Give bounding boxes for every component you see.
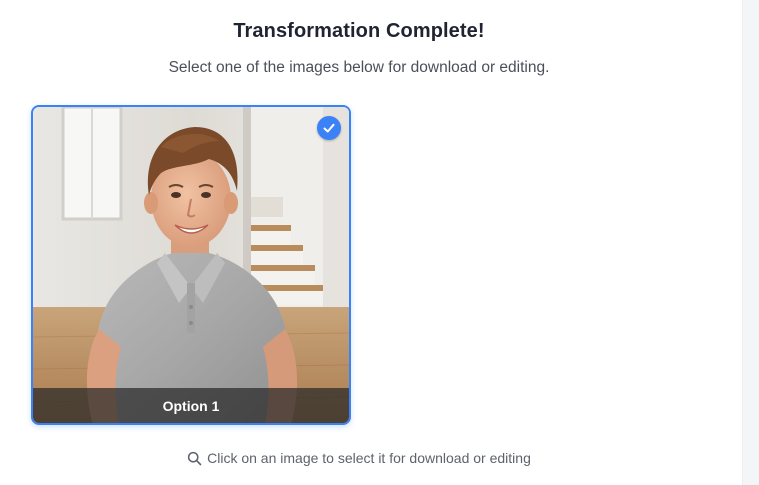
selection-hint-text: Click on an image to select it for downl… — [207, 450, 531, 466]
result-image — [33, 107, 349, 423]
page-title: Transformation Complete! — [233, 20, 485, 42]
selected-check-icon — [317, 116, 341, 140]
selection-hint: Click on an image to select it for downl… — [0, 450, 718, 466]
page-subtitle: Select one of the images below for downl… — [168, 59, 550, 76]
search-icon — [187, 451, 202, 466]
right-panel-edge — [742, 0, 759, 485]
result-image-card-1[interactable]: Option 1 — [31, 105, 351, 425]
results-panel: Transformation Complete! Select one of t… — [0, 0, 742, 485]
result-caption: Option 1 — [33, 388, 349, 423]
